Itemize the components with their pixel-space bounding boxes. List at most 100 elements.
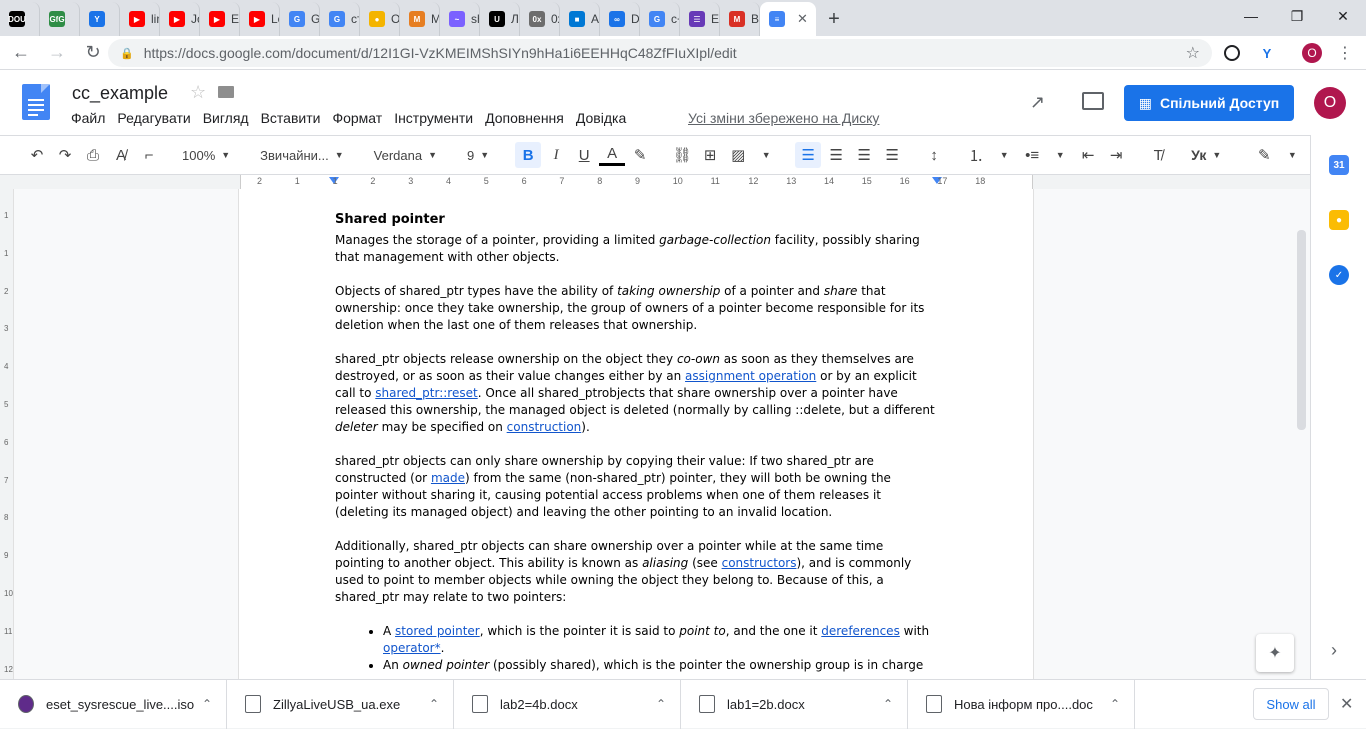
download-item[interactable]: lab1=2b.docx ⌃: [681, 679, 908, 729]
browser-tab[interactable]: M Мо: [400, 2, 440, 36]
editing-mode-icon[interactable]: ✎: [1251, 142, 1277, 168]
justify-icon[interactable]: ☰: [879, 142, 905, 168]
align-center-icon[interactable]: ☰: [823, 142, 849, 168]
bulleted-list-icon[interactable]: •≡: [1019, 142, 1045, 168]
browser-tab[interactable]: G Goc: [280, 2, 320, 36]
chevron-up-icon[interactable]: ⌃: [202, 697, 212, 711]
browser-tab[interactable]: ☰ Eng: [680, 2, 720, 36]
chevron-down-icon[interactable]: ▼: [991, 142, 1017, 168]
calendar-icon[interactable]: 31: [1329, 155, 1349, 175]
extension-y-icon[interactable]: Y: [1256, 42, 1278, 64]
explore-icon[interactable]: ✦: [1256, 634, 1294, 672]
browser-tab[interactable]: ● Озн: [360, 2, 400, 36]
close-icon[interactable]: ✕: [1340, 694, 1353, 714]
browser-tab[interactable]: ▶ Jose: [160, 2, 200, 36]
chevron-right-icon[interactable]: ›: [1331, 640, 1337, 661]
activity-trend-icon[interactable]: ↗: [1030, 92, 1045, 113]
bookmark-star-icon[interactable]: ☆: [1186, 43, 1200, 63]
spellcheck-icon[interactable]: A̸: [108, 142, 134, 168]
document-body[interactable]: Shared pointer Manages the storage of a …: [335, 211, 935, 674]
vertical-scrollbar[interactable]: [1297, 230, 1306, 430]
browser-tab[interactable]: ∞ Dat: [600, 2, 640, 36]
tasks-icon[interactable]: ✓: [1329, 265, 1349, 285]
menu-insert[interactable]: Вставити: [261, 110, 321, 126]
save-status[interactable]: Усі зміни збережено на Диску: [688, 110, 879, 126]
link-shared-ptr-reset[interactable]: shared_ptr::reset: [375, 386, 477, 400]
menu-edit[interactable]: Редагувати: [117, 110, 190, 126]
keep-icon[interactable]: ●: [1329, 210, 1349, 230]
browser-tab[interactable]: ■ Azu: [560, 2, 600, 36]
menu-help[interactable]: Довідка: [576, 110, 626, 126]
underline-icon[interactable]: U: [571, 142, 597, 168]
chevron-up-icon[interactable]: ⌃: [1110, 697, 1120, 711]
download-item[interactable]: Нова інформ про....doc ⌃: [908, 679, 1135, 729]
browser-tab[interactable]: ▶ linu: [120, 2, 160, 36]
browser-tab[interactable]: U Лег: [480, 2, 520, 36]
browser-tab[interactable]: 0x 0xcl: [520, 2, 560, 36]
link-assignment-operation[interactable]: assignment operation: [685, 369, 816, 383]
chevron-up-icon[interactable]: ⌃: [429, 697, 439, 711]
align-left-icon[interactable]: ☰: [795, 142, 822, 168]
profile-avatar[interactable]: O: [1302, 43, 1322, 63]
link-constructors[interactable]: constructors: [722, 556, 797, 570]
show-all-button[interactable]: Show all: [1253, 688, 1329, 720]
font-size-select[interactable]: 9 ▼: [463, 148, 493, 163]
chevron-down-icon[interactable]: ▼: [753, 142, 779, 168]
folder-icon[interactable]: [218, 86, 234, 98]
chrome-menu-icon[interactable]: ⋮: [1334, 42, 1356, 64]
back-icon[interactable]: ←: [6, 38, 36, 68]
text-color-icon[interactable]: A: [599, 144, 626, 166]
browser-tab[interactable]: DOU: [0, 2, 40, 36]
line-spacing-icon[interactable]: ↕: [921, 142, 947, 168]
add-comment-icon[interactable]: ⊞: [697, 142, 723, 168]
zoom-select[interactable]: 100% ▼: [178, 148, 234, 163]
browser-tab[interactable]: ≡ ✕: [760, 2, 816, 36]
link-operator-star[interactable]: operator*: [383, 641, 441, 655]
redo-icon[interactable]: ↷: [52, 142, 78, 168]
menu-addons[interactable]: Доповнення: [485, 110, 564, 126]
input-tools-select[interactable]: Ук ▼: [1187, 147, 1225, 163]
link-dereferences[interactable]: dereferences: [821, 624, 900, 638]
comments-icon[interactable]: [1082, 92, 1104, 110]
link-construction[interactable]: construction: [507, 420, 582, 434]
download-item[interactable]: eset_sysrescue_live....iso ⌃: [0, 679, 227, 729]
url-text[interactable]: https://docs.google.com/document/d/12I1G…: [144, 45, 737, 61]
link-icon[interactable]: ⛓: [669, 142, 695, 168]
browser-tab[interactable]: ▶ Eli t: [200, 2, 240, 36]
browser-tab[interactable]: Gстег: [320, 2, 360, 36]
undo-icon[interactable]: ↶: [24, 142, 50, 168]
italic-icon[interactable]: I: [543, 142, 569, 168]
browser-tab[interactable]: GfG: [40, 2, 80, 36]
print-icon[interactable]: ⎙: [80, 142, 106, 168]
browser-tab[interactable]: M Вхід: [720, 2, 760, 36]
highlight-icon[interactable]: ✎: [627, 142, 653, 168]
align-right-icon[interactable]: ☰: [851, 142, 877, 168]
browser-tab[interactable]: ▶ Loc: [240, 2, 280, 36]
document-page[interactable]: Shared pointer Manages the storage of a …: [239, 189, 1033, 679]
bold-icon[interactable]: B: [515, 142, 542, 168]
clear-formatting-icon[interactable]: T̸: [1145, 142, 1171, 168]
reload-icon[interactable]: ↻: [78, 38, 108, 68]
font-select[interactable]: Verdana ▼: [370, 148, 441, 163]
decrease-indent-icon[interactable]: ⇤: [1075, 142, 1101, 168]
close-window-button[interactable]: ✕: [1320, 0, 1366, 32]
numbered-list-icon[interactable]: ⒈: [963, 142, 989, 168]
omnibox[interactable]: 🔒 https://docs.google.com/document/d/12I…: [108, 39, 1212, 67]
new-tab-button[interactable]: +: [816, 2, 852, 36]
minimize-button[interactable]: —: [1228, 0, 1274, 32]
style-select[interactable]: Звичайни... ▼: [256, 148, 347, 163]
share-button[interactable]: ▦ Спільний Доступ: [1124, 85, 1294, 121]
menu-view[interactable]: Вигляд: [203, 110, 249, 126]
paint-format-icon[interactable]: ⌐: [136, 142, 162, 168]
browser-tab[interactable]: Y: [80, 2, 120, 36]
browser-tab[interactable]: ~ sha: [440, 2, 480, 36]
chevron-down-icon[interactable]: ▼: [1047, 142, 1073, 168]
tab-close-icon[interactable]: ✕: [797, 11, 808, 27]
menu-tools[interactable]: Інструменти: [394, 110, 473, 126]
document-title[interactable]: cc_example: [72, 83, 168, 104]
chevron-up-icon[interactable]: ⌃: [656, 697, 666, 711]
forward-icon[interactable]: →: [42, 38, 72, 68]
download-item[interactable]: ZillyaLiveUSB_ua.exe ⌃: [227, 679, 454, 729]
avatar[interactable]: O: [1314, 87, 1346, 119]
star-icon[interactable]: ☆: [190, 82, 206, 103]
